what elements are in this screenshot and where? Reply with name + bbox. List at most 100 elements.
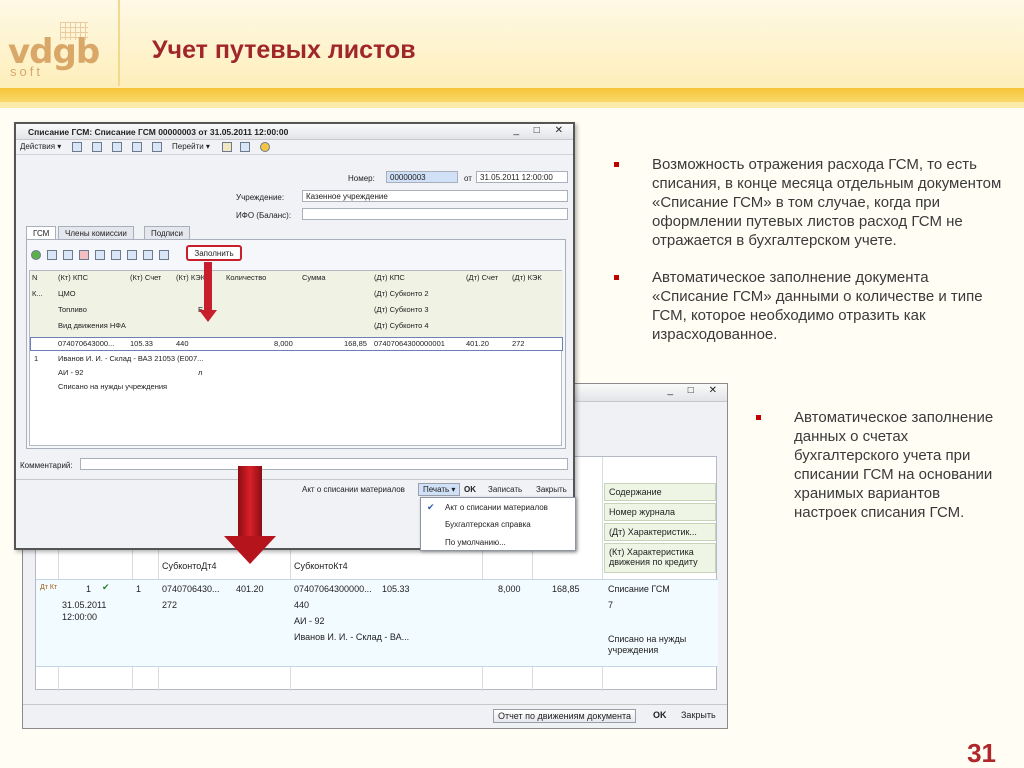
fill-button[interactable]: Заполнить [186,245,242,261]
header-divider [118,0,120,86]
bullet-text: Автоматическое заполнение данных о счета… [794,409,994,521]
close-button[interactable]: Закрыть [681,710,716,720]
bullet-item: Возможность отражения расхода ГСМ, то ес… [614,155,1004,250]
row-n: 1 [136,584,142,594]
org-label: Учреждение: [236,193,285,202]
header-band-light [0,102,1024,108]
row-journal: 7 [608,600,614,610]
copy-icon[interactable] [112,142,122,152]
row-time: 12:00:00 [62,612,98,622]
journal-row[interactable]: Дт Кт 1 ✔ 31.05.2011 12:00:00 1 07407064… [36,579,718,667]
save-icon[interactable] [72,142,82,152]
big-red-arrow [238,466,262,538]
row-date: 31.05.2011 [62,600,107,610]
col-kt-kek: (Кт) КЭК [176,273,206,282]
number-field[interactable]: 00000003 [386,171,458,183]
ifo-field[interactable] [302,208,568,220]
number-label: Номер: [348,174,375,183]
copy-row-icon[interactable] [47,250,57,260]
menu-item-act[interactable]: Акт о списании материалов [445,503,548,512]
bullet-text: Автоматическое заполнение документа «Спи… [652,269,983,343]
tab-signatures[interactable]: Подписи [144,226,190,240]
row-number: 1 [86,584,92,594]
menu-item-accounting-note[interactable]: Бухгалтерская справка [445,520,531,529]
cell-quantity: 8,000 [274,339,293,348]
col-dt-account: (Дт) Счет [466,273,499,282]
list-icon[interactable] [240,142,250,152]
menu-item-default[interactable]: По умолчанию... [445,538,506,547]
tab-commission[interactable]: Члены комиссии [58,226,134,240]
page-number: 31 [967,738,996,768]
row-characteristic: Списано на нужды учреждения [608,634,687,655]
cell-fuel: АИ - 92 [58,368,84,377]
cell-n: 1 [34,354,39,363]
tab-fuel[interactable]: ГСМ [26,226,57,240]
structure-icon[interactable] [132,142,142,152]
ok-button[interactable]: OK [464,485,476,494]
org-field[interactable]: Казенное учреждение [302,190,568,202]
edit-row-icon[interactable] [63,250,73,260]
bullet-item: Автоматическое заполнение документа «Спи… [614,268,1004,344]
row-kt-kek: 440 [294,600,310,610]
post-icon[interactable] [92,142,102,152]
col-sum: Сумма [302,273,326,282]
row-dt-account: 401.20 [236,584,264,594]
row-quantity: 8,000 [498,584,521,594]
window-controls[interactable]: _ □ ✕ [513,125,569,136]
header-kt-characteristic[interactable]: (Кт) Характеристика движения по кредиту [604,543,716,573]
cell-kt-account: 105.33 [130,339,153,348]
close-button[interactable]: Закрыть [536,485,567,494]
date-field[interactable]: 31.05.2011 12:00:00 [476,171,568,183]
bullet-item: Автоматическое заполнение данных о счета… [756,408,996,522]
cell-nfa: Списано на нужды учреждения [58,382,168,391]
comment-field[interactable] [80,458,568,470]
add-row-icon[interactable] [31,250,41,260]
col-quantity: Количество [226,273,267,282]
report-button[interactable]: Отчет по движениям документа [493,709,637,723]
sort-desc-icon[interactable] [159,250,169,260]
cell-unit: л [198,368,203,377]
cell-kt-kps: 074070643000... [58,339,115,348]
journal-footer: Отчет по движениям документа OK Закрыть [23,704,727,728]
col-kt-account: (Кт) Счет [130,273,162,282]
header-dt-characteristic[interactable]: (Дт) Характеристик... [604,523,716,541]
window-controls[interactable]: _ □ ✕ [667,385,723,396]
sort-asc-icon[interactable] [143,250,153,260]
col-dt-subconto3: (Дт) Субконто 3 [374,305,429,314]
ok-button[interactable]: OK [653,710,667,720]
move-down-icon[interactable] [127,250,137,260]
col-dt-kek: (Дт) КЭК [512,273,542,282]
header-content[interactable]: Содержание [604,483,716,501]
save-button[interactable]: Записать [488,485,522,494]
bullet-marker [614,162,619,167]
row-kt-code: 07407064300000... [294,584,372,594]
move-up-icon[interactable] [111,250,121,260]
big-red-arrow-head [224,536,276,564]
actions-menu[interactable]: Действия ▾ [20,142,61,151]
toolbar: Действия ▾ Перейти ▾ [16,140,573,155]
end-edit-icon[interactable] [95,250,105,260]
fuel-table[interactable]: N К... (Кт) КПС (Кт) Счет (Кт) КЭК ЦМО Т… [29,270,563,446]
header-journal-number[interactable]: Номер журнала [604,503,716,521]
act-link[interactable]: Акт о списании материалов [302,485,405,494]
bullet-text: Возможность отражения расхода ГСМ, то ес… [652,156,1002,249]
row-content: Списание ГСМ [608,584,670,594]
col-dt-kps: (Дт) КПС [374,273,405,282]
help-icon[interactable] [260,142,270,152]
dt-kt-icon: Дт Кт [40,584,58,591]
row-kt-account: 105.33 [382,584,410,594]
document-icon[interactable] [152,142,162,152]
checkmark-icon: ✔ [102,582,110,592]
goto-menu[interactable]: Перейти ▾ [172,142,210,151]
print-button[interactable]: Печать ▾ [418,483,461,496]
delete-row-icon[interactable] [79,250,89,260]
red-arrow-small [204,262,212,314]
table-row[interactable]: 074070643000... 105.33 440 8,000 168,85 … [30,337,563,393]
col-subconto-dt4: СубконтоДт4 [162,561,217,571]
header-band [0,88,1024,102]
dt-kt-icon[interactable] [222,142,232,152]
comment-label: Комментарий: [20,461,73,470]
cell-kt-kek: 440 [176,339,189,348]
window-footer: Акт о списании материалов Печать ▾ OK За… [16,479,573,499]
bullets-bottom: Автоматическое заполнение данных о счета… [756,408,996,540]
